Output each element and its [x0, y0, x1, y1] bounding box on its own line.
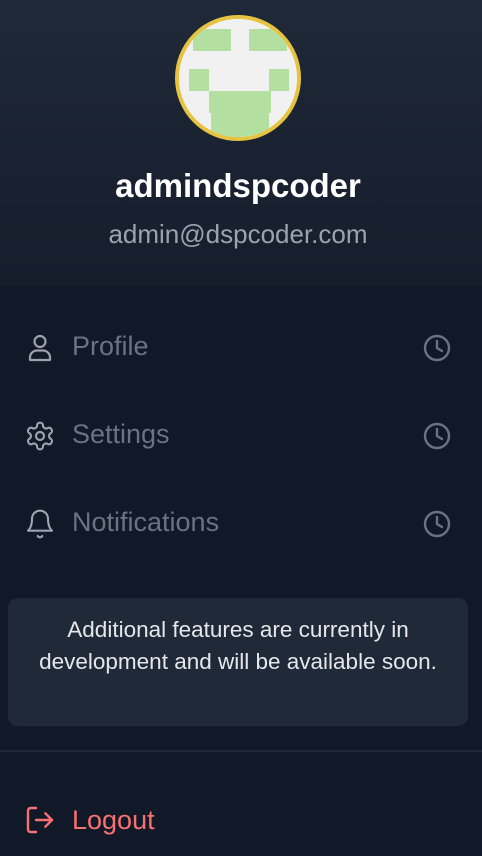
menu-item-label: Settings: [72, 419, 170, 449]
clock-icon: [422, 421, 452, 451]
menu-item-profile[interactable]: Profile: [0, 302, 482, 390]
logout-button[interactable]: Logout: [0, 780, 482, 856]
clock-icon: [422, 509, 452, 539]
gear-icon: [24, 420, 56, 452]
clock-icon: [422, 333, 452, 363]
bell-icon: [24, 508, 56, 540]
notice-text: Additional features are currently in dev…: [39, 617, 437, 674]
coming-soon-notice: Additional features are currently in dev…: [8, 598, 468, 726]
user-icon: [24, 332, 56, 364]
identicon-image: [179, 19, 297, 137]
username: admindspcoder: [115, 167, 361, 204]
user-email: admin@dspcoder.com: [108, 219, 368, 249]
menu-item-label: Profile: [72, 331, 149, 361]
menu-item-notifications[interactable]: Notifications: [0, 478, 482, 566]
logout-icon: [24, 804, 56, 836]
divider: [0, 750, 482, 752]
profile-header: admindspcoder admin@dspcoder.com: [0, 0, 482, 286]
menu-item-settings[interactable]: Settings: [0, 390, 482, 478]
logout-label: Logout: [72, 805, 155, 835]
menu-item-label: Notifications: [72, 507, 220, 537]
user-menu-panel: admindspcoder admin@dspcoder.com Profile…: [0, 0, 482, 856]
avatar[interactable]: [175, 15, 301, 141]
